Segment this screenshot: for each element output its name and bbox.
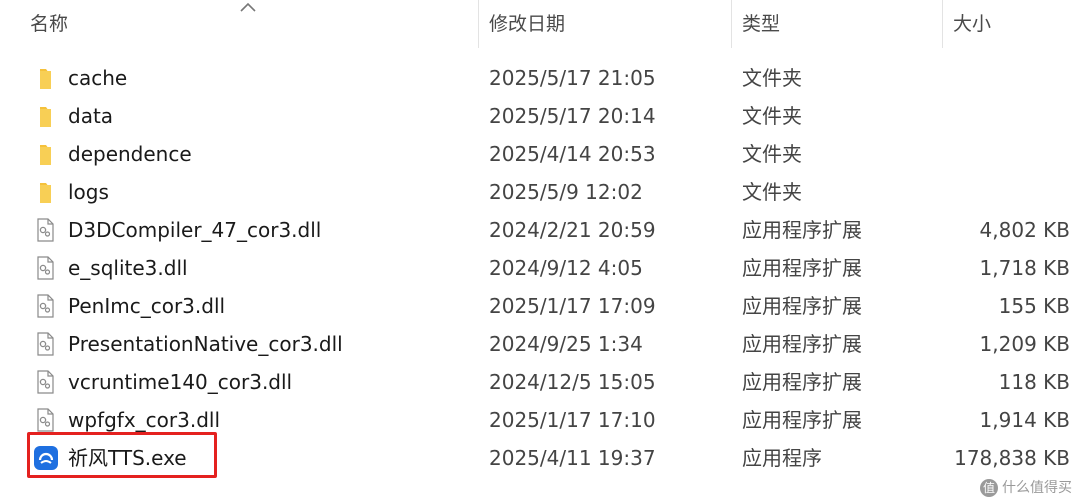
file-type: 应用程序扩展 [742, 370, 862, 394]
file-date: 2024/12/5 15:05 [489, 370, 656, 394]
file-row[interactable]: e_sqlite3.dll 2024/9/12 4:05 应用程序扩展 1,718 K… [0, 249, 1080, 287]
file-row[interactable]: cache 2025/5/17 21:05 文件夹 [0, 59, 1080, 97]
dll-file-icon [32, 217, 58, 243]
file-name: PresentationNative_cor3.dll [68, 332, 343, 356]
folder-icon [32, 65, 58, 91]
dll-file-icon [32, 369, 58, 395]
file-size: 155 KB [998, 294, 1070, 318]
file-type: 文件夹 [742, 142, 802, 166]
file-type: 文件夹 [742, 104, 802, 128]
file-row[interactable]: PresentationNative_cor3.dll 2024/9/25 1:3… [0, 325, 1080, 363]
file-type: 文件夹 [742, 66, 802, 90]
column-header-size[interactable]: 大小 [953, 0, 991, 48]
file-row[interactable]: D3DCompiler_47_cor3.dll 2024/2/21 20:59 应用… [0, 211, 1080, 249]
file-size: 1,718 KB [979, 256, 1070, 280]
file-date: 2024/2/21 20:59 [489, 218, 656, 242]
file-size: 178,838 KB [954, 446, 1070, 470]
file-date: 2024/9/12 4:05 [489, 256, 643, 280]
watermark-logo-icon: 值 [980, 479, 998, 497]
file-row[interactable]: logs 2025/5/9 12:02 文件夹 [0, 173, 1080, 211]
highlight-box [27, 432, 217, 478]
file-date: 2025/4/11 19:37 [489, 446, 656, 470]
dll-file-icon [32, 293, 58, 319]
file-date: 2025/5/17 21:05 [489, 66, 656, 90]
watermark: 值什么值得买 [980, 477, 1072, 497]
folder-icon [32, 103, 58, 129]
column-header: 名称 修改日期 类型 大小 [0, 0, 1080, 48]
file-date: 2025/4/14 20:53 [489, 142, 656, 166]
column-header-date[interactable]: 修改日期 [489, 0, 565, 48]
file-name: cache [68, 66, 128, 90]
file-size: 118 KB [998, 370, 1070, 394]
file-name: logs [68, 180, 109, 204]
file-type: 应用程序扩展 [742, 256, 862, 280]
file-row[interactable]: dependence 2025/4/14 20:53 文件夹 [0, 135, 1080, 173]
file-name: PenImc_cor3.dll [68, 294, 226, 318]
file-name: data [68, 104, 114, 128]
column-divider[interactable] [478, 0, 479, 48]
file-type: 应用程序扩展 [742, 408, 862, 432]
folder-icon [32, 179, 58, 205]
folder-icon [32, 141, 58, 167]
dll-file-icon [32, 407, 58, 433]
file-date: 2025/5/17 20:14 [489, 104, 656, 128]
dll-file-icon [32, 255, 58, 281]
file-row[interactable]: data 2025/5/17 20:14 文件夹 [0, 97, 1080, 135]
file-date: 2024/9/25 1:34 [489, 332, 643, 356]
file-size: 1,914 KB [979, 408, 1070, 432]
file-row[interactable]: PenImc_cor3.dll 2025/1/17 17:09 应用程序扩展 155 … [0, 287, 1080, 325]
file-size: 1,209 KB [979, 332, 1070, 356]
file-size: 4,802 KB [979, 218, 1070, 242]
watermark-text: 什么值得买 [1002, 480, 1072, 496]
file-type: 应用程序扩展 [742, 218, 862, 242]
file-name: D3DCompiler_47_cor3.dll [68, 218, 322, 242]
file-type: 应用程序 [742, 446, 822, 470]
sort-ascending-icon [240, 2, 256, 12]
file-name: dependence [68, 142, 192, 166]
column-divider[interactable] [731, 0, 732, 48]
file-type: 应用程序扩展 [742, 332, 862, 356]
file-date: 2025/1/17 17:10 [489, 408, 656, 432]
file-type: 应用程序扩展 [742, 294, 862, 318]
file-list: cache 2025/5/17 21:05 文件夹 data 2025/5/17 20:… [0, 59, 1080, 477]
file-date: 2025/5/9 12:02 [489, 180, 643, 204]
dll-file-icon [32, 331, 58, 357]
file-name: vcruntime140_cor3.dll [68, 370, 293, 394]
column-header-type[interactable]: 类型 [742, 0, 780, 48]
column-header-name[interactable]: 名称 [30, 0, 68, 48]
file-type: 文件夹 [742, 180, 802, 204]
file-row[interactable]: vcruntime140_cor3.dll 2024/12/5 15:05 应用程序… [0, 363, 1080, 401]
file-name: e_sqlite3.dll [68, 256, 188, 280]
file-date: 2025/1/17 17:09 [489, 294, 656, 318]
column-divider[interactable] [942, 0, 943, 48]
